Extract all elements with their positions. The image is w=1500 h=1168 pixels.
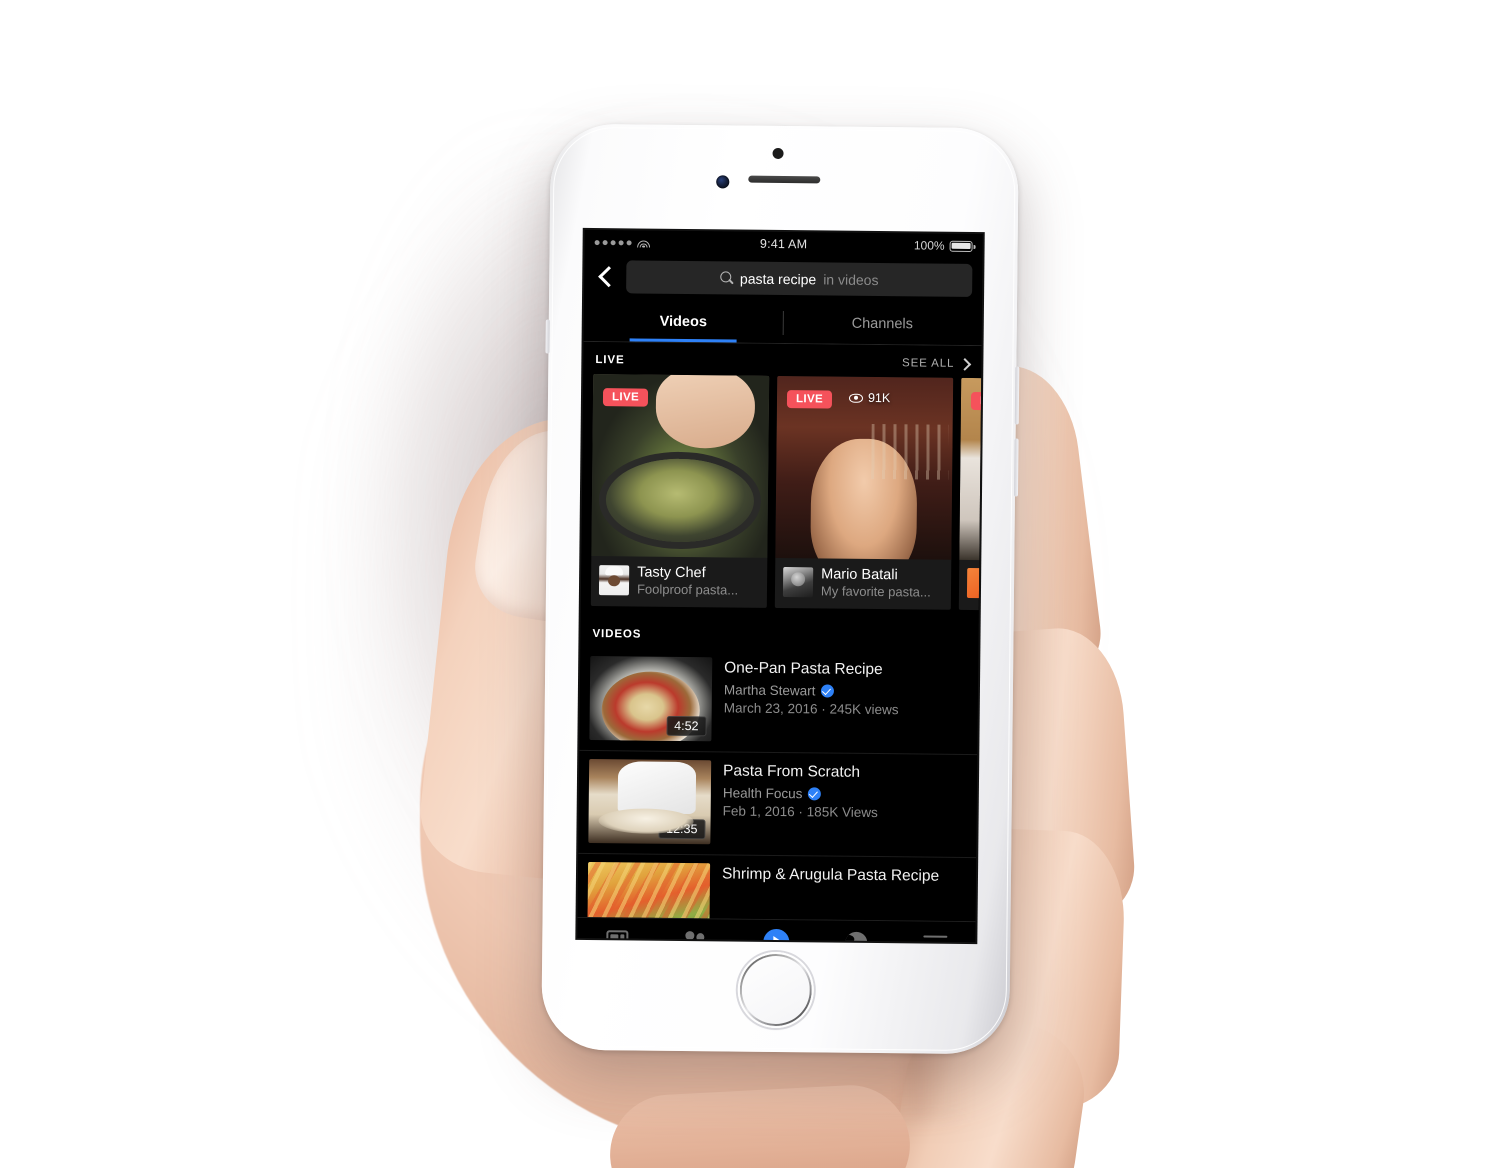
live-card-meta: Tasty Chef Foolproof pasta...: [591, 556, 768, 608]
tab-channels-label: Channels: [851, 315, 913, 333]
search-results-scroll[interactable]: LIVE SEE ALL LIVE 8.7k Tasty Chef Foolpr…: [577, 341, 982, 922]
video-duration-badge: 12:35: [658, 818, 706, 840]
tab-videos-label: Videos: [659, 313, 708, 331]
volume-down-button[interactable]: [1013, 438, 1019, 497]
video-thumbnail: [587, 862, 711, 922]
news-feed-icon: [606, 930, 629, 943]
video-channel: Health Focus: [723, 785, 878, 802]
live-section-title: LIVE: [595, 354, 625, 367]
search-input[interactable]: pasta recipe in videos: [626, 260, 973, 297]
live-viewer-count-label: 8.7k: [683, 388, 708, 404]
live-broadcast-title: My favorite pasta...: [820, 583, 931, 600]
video-info: One-Pan Pasta Recipe Martha Stewart Marc…: [723, 657, 899, 743]
battery-full-icon: [949, 240, 973, 252]
video-channel-name: Health Focus: [722, 785, 803, 801]
verified-badge-icon: [807, 786, 821, 801]
hamburger-menu-icon: [923, 935, 948, 943]
eye-icon: [665, 391, 679, 400]
list-item[interactable]: Shrimp & Arugula Pasta Recipe: [578, 854, 977, 922]
nav-news-feed[interactable]: [577, 930, 657, 943]
nav-video[interactable]: [736, 928, 816, 943]
video-title: Pasta From Scratch: [723, 762, 861, 781]
avatar: [966, 567, 982, 599]
video-thumbnail: 12:35: [588, 759, 712, 845]
search-header: pasta recipe in videos: [584, 253, 983, 306]
live-thumbnail: LIVE: [959, 377, 982, 561]
live-broadcaster-name: Tasty Chef: [637, 564, 706, 582]
video-info: Pasta From Scratch Health Focus Feb 1, 2…: [722, 760, 878, 846]
back-chevron-icon[interactable]: [592, 264, 618, 290]
avatar: [598, 565, 630, 596]
videos-section-title: VIDEOS: [592, 628, 642, 641]
live-section-header: LIVE SEE ALL: [583, 342, 981, 378]
list-item[interactable]: 4:52 One-Pan Pasta Recipe Martha Stewart…: [579, 648, 978, 754]
video-title: Shrimp & Arugula Pasta Recipe: [721, 865, 940, 885]
proximity-sensor-icon: [772, 147, 784, 160]
volume-up-button[interactable]: [1014, 366, 1020, 425]
live-broadcast-title: Foolproof pasta...: [636, 581, 739, 598]
live-broadcaster-name: Mario Batali: [821, 566, 898, 584]
video-stats: Feb 1, 2016 · 185K Views: [722, 803, 878, 820]
globe-notifications-icon: [844, 931, 867, 943]
video-channel-name: Martha Stewart: [723, 682, 816, 698]
live-card-meta: Mario Batali My favorite pasta...: [775, 558, 952, 610]
nav-friends[interactable]: [657, 931, 737, 943]
see-all-label: SEE ALL: [901, 357, 955, 370]
live-card[interactable]: LIVE: [958, 377, 982, 611]
video-duration-badge: 4:52: [666, 715, 707, 737]
live-card[interactable]: LIVE 8.7k Tasty Chef Foolproof pasta...: [590, 374, 770, 608]
tab-channels[interactable]: Channels: [783, 303, 982, 345]
power-button[interactable]: [545, 319, 550, 354]
video-play-icon: [763, 928, 790, 943]
phone-screen: 9:41 AM 100% pasta recipe in videos Vide…: [577, 229, 983, 943]
search-scope-text: in videos: [823, 270, 879, 288]
front-camera-icon: [716, 175, 730, 189]
live-card-names: Mario Batali My favorite pasta...: [821, 566, 931, 599]
nav-notifications[interactable]: [816, 931, 896, 943]
avatar: [782, 567, 814, 598]
status-bar: 9:41 AM 100%: [584, 229, 983, 259]
live-card-names: Tasty Chef Foolproof pasta...: [637, 565, 739, 598]
live-thumbnail: LIVE 91K: [775, 375, 954, 560]
video-title: One-Pan Pasta Recipe: [724, 659, 883, 679]
status-bar-time: 9:41 AM: [759, 236, 808, 252]
nav-more[interactable]: [896, 935, 976, 943]
bottom-navigation-bar: [577, 916, 976, 943]
phone-device: 9:41 AM 100% pasta recipe in videos Vide…: [541, 123, 1020, 1055]
home-button[interactable]: [737, 951, 815, 1029]
search-icon: [720, 271, 733, 284]
video-info: Shrimp & Arugula Pasta Recipe: [721, 863, 939, 921]
content-tabs: Videos Channels: [583, 300, 982, 346]
live-viewer-count: 91K: [849, 391, 890, 405]
live-viewer-count: 8.7k: [665, 389, 708, 403]
video-thumbnail: 4:52: [589, 656, 713, 742]
video-channel: Martha Stewart: [724, 682, 899, 699]
live-badge: LIVE: [602, 388, 649, 407]
live-badge: LIVE: [970, 391, 982, 411]
earpiece-speaker: [748, 175, 821, 184]
tab-videos[interactable]: Videos: [584, 301, 783, 343]
live-viewer-count-label: 91K: [867, 390, 891, 406]
chevron-right-icon: [958, 357, 972, 371]
friends-icon: [683, 931, 710, 943]
live-carousel[interactable]: LIVE 8.7k Tasty Chef Foolproof pasta...: [581, 374, 982, 611]
list-item[interactable]: 12:35 Pasta From Scratch Health Focus Fe…: [578, 751, 977, 857]
screenshot-stage: 9:41 AM 100% pasta recipe in videos Vide…: [0, 0, 1500, 1168]
search-query-text: pasta recipe: [739, 270, 817, 287]
live-thumbnail: LIVE 8.7k: [591, 374, 770, 558]
live-card[interactable]: LIVE 91K Mario Batali My favorite pasta.…: [774, 375, 954, 610]
eye-icon: [849, 393, 863, 402]
live-card-meta: [959, 560, 982, 608]
video-stats: March 23, 2016 · 245K views: [723, 700, 899, 717]
live-badge: LIVE: [786, 390, 833, 409]
see-all-button[interactable]: SEE ALL: [901, 357, 972, 371]
verified-badge-icon: [820, 684, 834, 698]
videos-section-header: VIDEOS: [580, 616, 978, 652]
